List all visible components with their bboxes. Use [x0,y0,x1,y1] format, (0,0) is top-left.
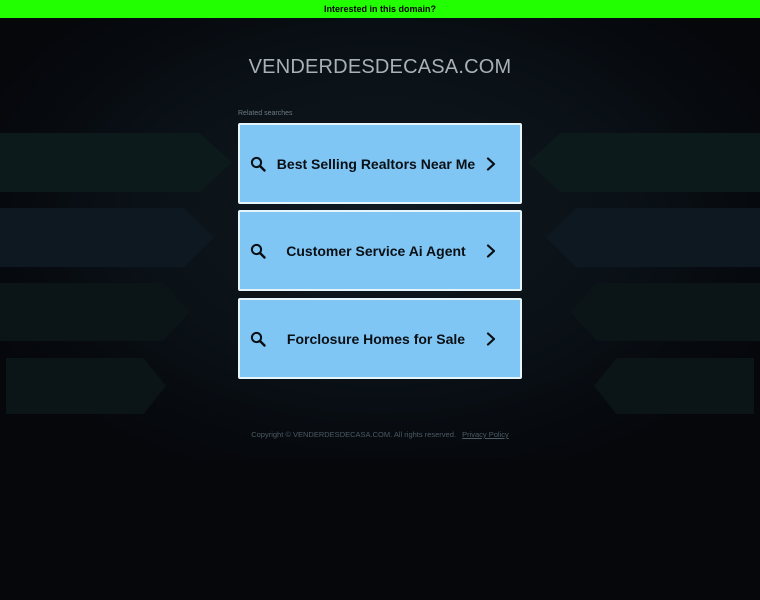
decorative-arrow-left-2 [0,208,214,267]
footer: Copyright © VENDERDESDECASA.COM. All rig… [0,430,760,439]
decorative-arrow-right-1 [528,133,760,192]
decorative-arrow-right-2 [546,208,760,267]
copyright-text: Copyright © VENDERDESDECASA.COM. All rig… [251,430,456,439]
chevron-right-icon [484,331,498,347]
decorative-arrow-left-1 [0,133,232,192]
chevron-right-icon [484,156,498,172]
chevron-right-icon [484,243,498,259]
privacy-policy-link[interactable]: Privacy Policy [462,430,509,439]
related-search-item-1[interactable]: Best Selling Realtors Near Me [238,123,522,204]
related-search-label: Forclosure Homes for Sale [286,330,466,347]
search-icon [248,154,268,174]
related-searches-label: Related searches [238,110,293,117]
related-search-item-3[interactable]: Forclosure Homes for Sale [238,298,522,379]
search-icon [248,329,268,349]
domain-title: VENDERDESDECASA.COM [248,56,512,78]
related-search-item-2[interactable]: Customer Service Ai Agent [238,210,522,291]
decorative-arrow-left-3 [0,283,190,341]
decorative-arrow-right-3 [570,283,760,341]
decorative-arrow-right-4 [594,358,754,414]
related-search-label: Best Selling Realtors Near Me [276,155,476,172]
search-icon [248,241,268,261]
banner-text: Interested in this domain? [323,4,436,14]
decorative-arrow-left-4 [6,358,166,414]
related-search-label: Customer Service Ai Agent [286,242,466,259]
interested-banner-link[interactable]: Interested in this domain? [0,0,760,18]
